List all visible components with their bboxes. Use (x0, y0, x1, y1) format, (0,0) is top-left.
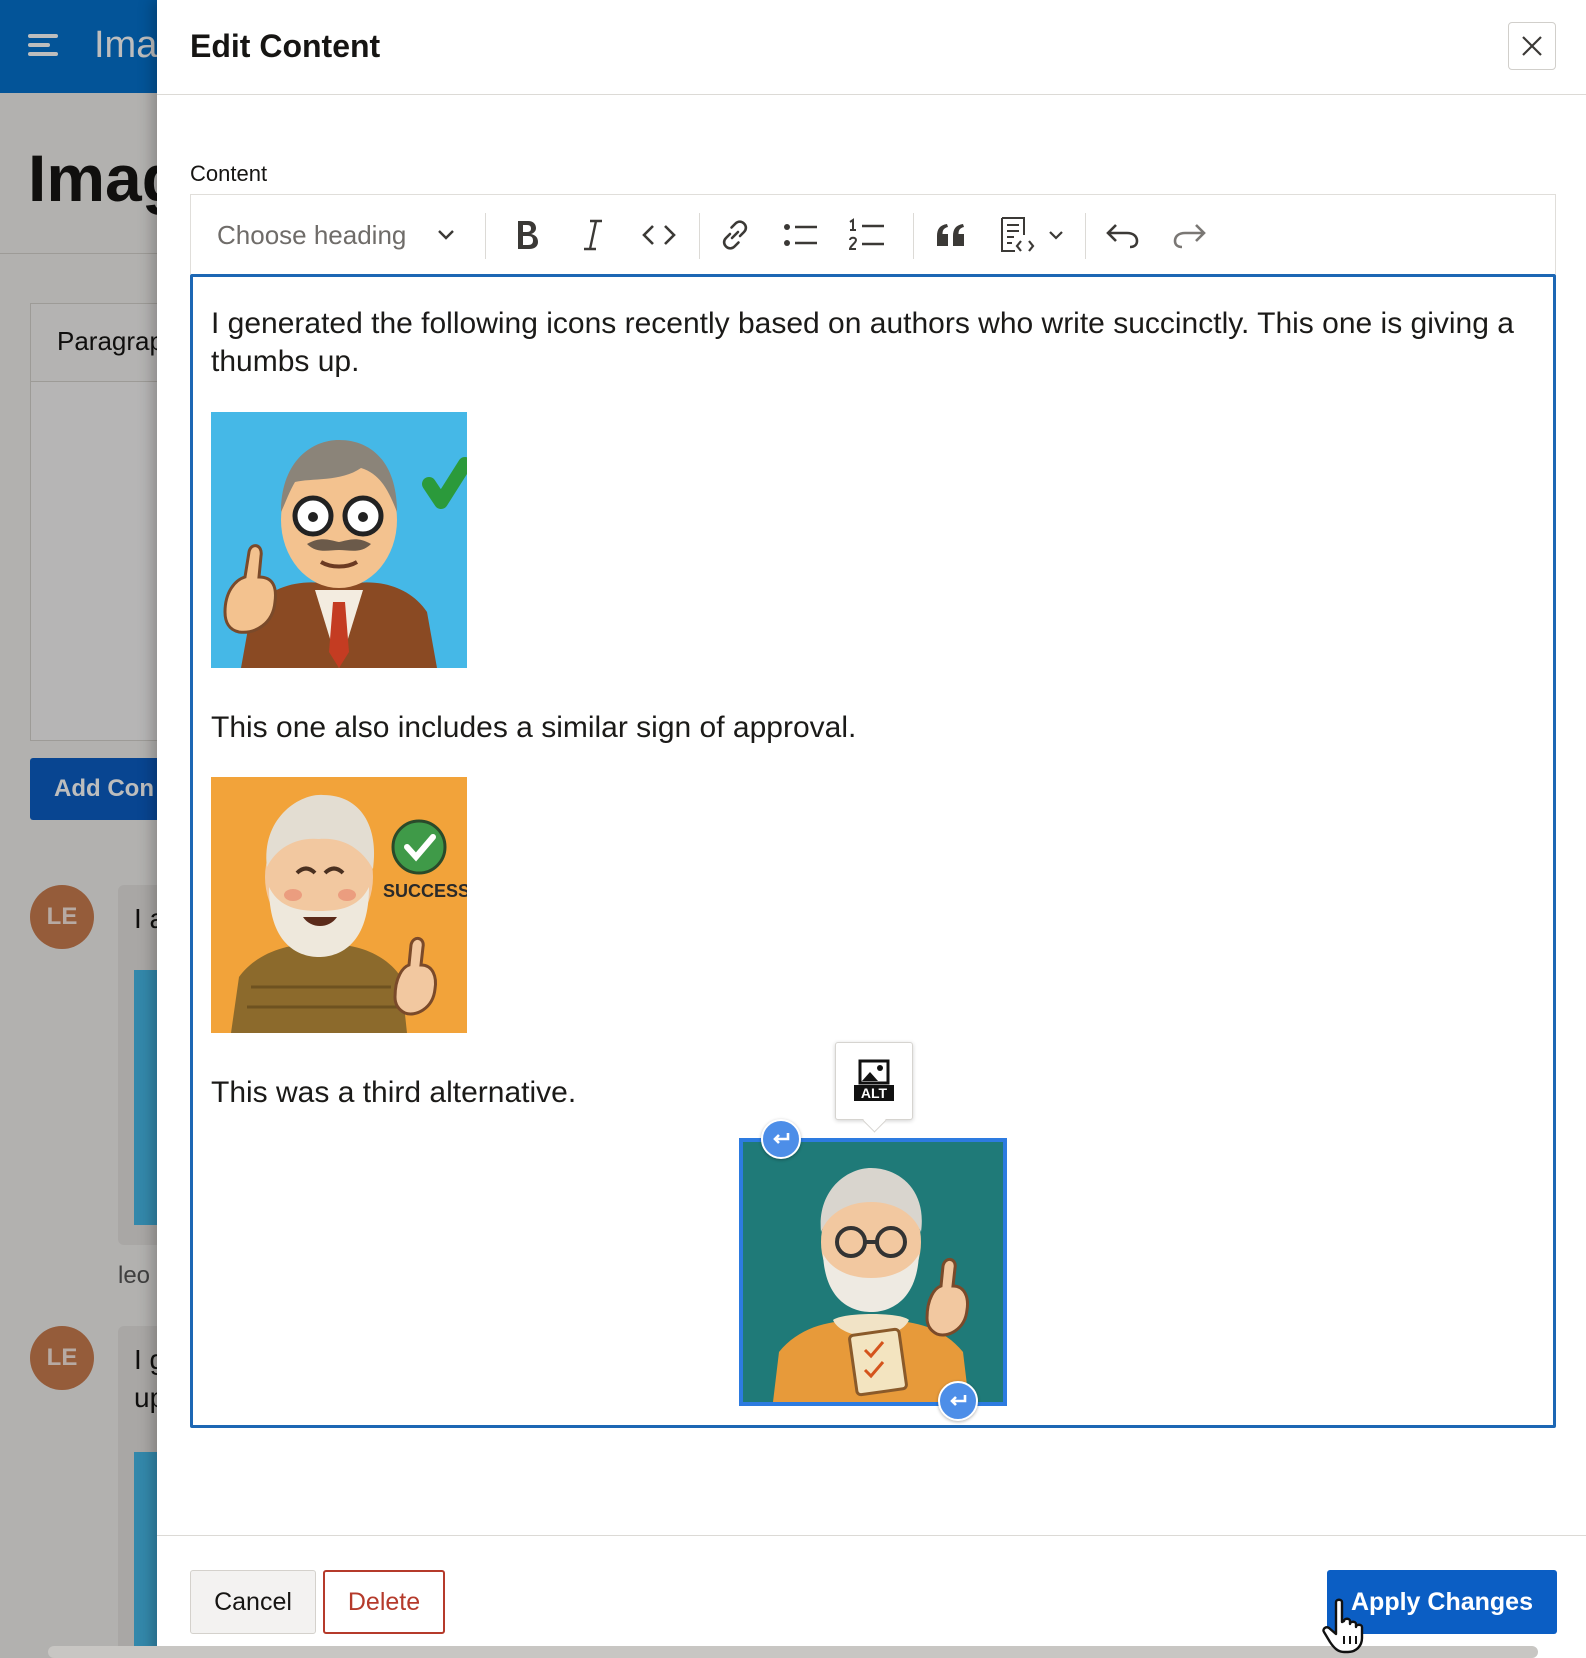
editor-toolbar: Choose heading (190, 194, 1556, 274)
edit-content-dialog: Edit Content Content Choose heading I ge… (157, 0, 1586, 1658)
code-block-icon (1001, 217, 1035, 252)
inline-image-success-author[interactable]: SUCCESS! (211, 777, 467, 1033)
undo-button[interactable] (1097, 211, 1149, 259)
dialog-header: Edit Content (157, 0, 1586, 95)
italic-icon (584, 219, 602, 251)
undo-icon (1106, 224, 1139, 249)
alt-label: ALT (861, 1085, 888, 1101)
heading-dropdown-value: Choose heading (217, 219, 407, 250)
chevron-down-icon (1049, 231, 1063, 240)
insert-code-block-button[interactable] (991, 211, 1043, 259)
illustration-icon (743, 1142, 1003, 1402)
editor-paragraph[interactable]: This was a third alternative. (211, 1074, 576, 1112)
block-quote-button[interactable] (925, 211, 977, 259)
link-button[interactable] (709, 211, 761, 259)
italic-button[interactable] (567, 211, 619, 259)
horizontal-scrollbar[interactable] (48, 1646, 1538, 1658)
toolbar-separator (699, 213, 700, 259)
bulleted-list-button[interactable] (775, 211, 827, 259)
alt-text-balloon-button[interactable]: ALT (835, 1042, 913, 1120)
close-button[interactable] (1508, 22, 1556, 70)
chevron-down-icon (438, 230, 454, 240)
toolbar-separator (913, 213, 914, 259)
code-button[interactable] (633, 211, 685, 259)
bulleted-list-icon (784, 224, 817, 246)
quote-icon (937, 224, 964, 246)
code-icon (642, 225, 676, 245)
return-arrow-icon (773, 1133, 790, 1144)
insert-paragraph-after-handle[interactable] (938, 1381, 978, 1421)
numbered-list-button[interactable] (841, 211, 893, 259)
code-block-dropdown[interactable] (1043, 211, 1069, 259)
toolbar-separator (485, 213, 486, 259)
heading-dropdown[interactable]: Choose heading (201, 211, 471, 259)
rich-text-editor[interactable]: I generated the following icons recently… (190, 274, 1556, 1428)
editor-paragraph[interactable]: I generated the following icons recently… (211, 305, 1531, 381)
insert-paragraph-before-handle[interactable] (761, 1119, 801, 1159)
delete-button[interactable]: Delete (323, 1570, 445, 1634)
inline-image-selected-alternative[interactable] (739, 1138, 1007, 1406)
success-badge-text: SUCCESS! (383, 881, 467, 901)
link-icon (722, 220, 748, 250)
dialog-title: Edit Content (190, 28, 381, 64)
cancel-button[interactable]: Cancel (190, 1570, 316, 1634)
pointer-cursor-icon (1322, 1598, 1364, 1654)
return-arrow-icon (950, 1395, 967, 1406)
toolbar-separator (1085, 213, 1086, 259)
bold-icon (518, 221, 538, 249)
editor-paragraph[interactable]: This one also includes a similar sign of… (211, 709, 856, 747)
bold-button[interactable] (501, 211, 553, 259)
redo-icon (1173, 224, 1206, 249)
illustration-icon (211, 412, 467, 668)
image-alt-text-icon: ALT (854, 1059, 894, 1101)
content-field-label: Content (190, 161, 268, 186)
inline-image-thumbs-up-author[interactable] (211, 412, 467, 668)
close-icon (1522, 36, 1542, 56)
redo-button[interactable] (1163, 211, 1215, 259)
illustration-icon: SUCCESS! (211, 777, 467, 1033)
dialog-footer: Cancel Delete Apply Changes (157, 1535, 1586, 1658)
numbered-list-icon (848, 218, 884, 250)
